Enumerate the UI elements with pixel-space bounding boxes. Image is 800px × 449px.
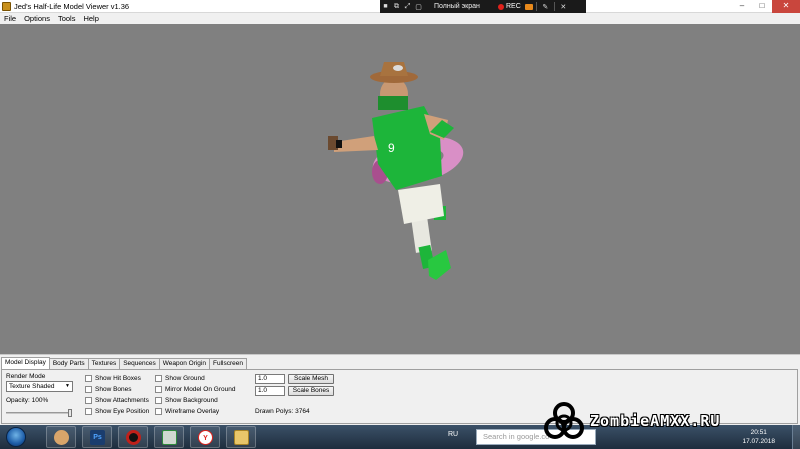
- model-viewport[interactable]: 9: [0, 24, 800, 354]
- checkbox-box[interactable]: [85, 408, 92, 415]
- maximize-button[interactable]: □: [752, 0, 772, 13]
- watermark-text: ZombieAMXX.RU: [590, 412, 721, 430]
- menu-tools[interactable]: Tools: [54, 13, 80, 24]
- checkbox-show-eye-position[interactable]: Show Eye Position: [85, 408, 149, 415]
- yandex-browser-icon: Y: [198, 430, 213, 445]
- record-stop-icon[interactable]: ■: [380, 3, 391, 10]
- recorder-icon: [126, 430, 141, 445]
- language-indicator[interactable]: RU: [448, 431, 458, 438]
- capture-icon[interactable]: ▢: [413, 3, 424, 11]
- model-head: [370, 62, 418, 110]
- checkbox-label: Mirror Model On Ground: [165, 386, 236, 393]
- minimize-button[interactable]: –: [732, 0, 752, 13]
- rec-dot-icon: [498, 3, 504, 10]
- checkbox-box[interactable]: [85, 375, 92, 382]
- checkbox-show-bones[interactable]: Show Bones: [85, 386, 132, 393]
- start-button[interactable]: [2, 425, 28, 449]
- taskbar-monitor[interactable]: [154, 426, 184, 448]
- checkbox-box[interactable]: [155, 408, 162, 415]
- render-mode-value: Texture Shaded: [9, 383, 55, 390]
- folder-icon: [234, 430, 249, 445]
- scale-mesh-input[interactable]: 1.0: [255, 374, 285, 384]
- player-model: 9: [328, 62, 464, 280]
- rec-label[interactable]: REC: [506, 3, 521, 10]
- monitor-icon: [162, 430, 177, 445]
- camera-icon[interactable]: [524, 3, 533, 10]
- pen-icon[interactable]: ✎: [540, 3, 551, 11]
- chevron-down-icon: ▼: [65, 383, 70, 389]
- scale-mesh-button[interactable]: Scale Mesh: [288, 374, 334, 384]
- slider-track: [6, 412, 72, 414]
- checkbox-mirror-model[interactable]: Mirror Model On Ground: [155, 386, 235, 393]
- checkbox-show-ground[interactable]: Show Ground: [155, 375, 205, 382]
- watermark: ZombieAMXX.RU: [540, 400, 800, 445]
- drawn-polys-label: Drawn Polys: 3764: [255, 408, 310, 415]
- resize-icon[interactable]: ⤢: [402, 3, 413, 11]
- checkbox-box[interactable]: [85, 397, 92, 404]
- taskbar-photoshop[interactable]: Ps: [82, 426, 112, 448]
- checkbox-label: Wireframe Overlay: [165, 408, 220, 415]
- photoshop-icon: Ps: [90, 430, 105, 445]
- tab-model-display[interactable]: Model Display: [1, 357, 50, 369]
- scale-bones-button[interactable]: Scale Bones: [288, 386, 334, 396]
- render-mode-select[interactable]: Texture Shaded ▼: [6, 381, 73, 392]
- separator: [535, 2, 537, 11]
- tab-weapon-origin[interactable]: Weapon Origin: [158, 358, 210, 369]
- checkbox-box[interactable]: [155, 375, 162, 382]
- checkbox-label: Show Attachments: [95, 397, 149, 404]
- opacity-label: Opacity: 100%: [6, 397, 49, 404]
- close-button[interactable]: ✕: [772, 0, 800, 13]
- checkbox-label: Show Ground: [165, 375, 205, 382]
- slider-thumb[interactable]: [68, 409, 72, 417]
- render-mode-label: Render Mode: [6, 373, 46, 380]
- window-icon[interactable]: ⧉: [391, 3, 402, 11]
- tab-textures[interactable]: Textures: [87, 358, 121, 369]
- jersey-number: 9: [388, 141, 395, 155]
- tab-body-parts[interactable]: Body Parts: [48, 358, 89, 369]
- taskbar-yandex[interactable]: Y: [190, 426, 220, 448]
- fullscreen-label[interactable]: Полный экран: [434, 3, 494, 10]
- windows-start-icon[interactable]: [6, 427, 26, 447]
- tab-bar: Model Display Body Parts Textures Sequen…: [1, 357, 247, 369]
- tab-fullscreen[interactable]: Fullscreen: [208, 358, 247, 369]
- menu-options[interactable]: Options: [20, 13, 54, 24]
- taskbar-explorer[interactable]: [46, 426, 76, 448]
- checkbox-box[interactable]: [155, 397, 162, 404]
- recorder-toolbar: ■ ⧉ ⤢ ▢ Полный экран REC ✎ ✕: [380, 0, 586, 13]
- checkbox-label: Show Hit Boxes: [95, 375, 141, 382]
- tab-sequences[interactable]: Sequences: [119, 358, 160, 369]
- menu-bar: File Options Tools Help: [0, 13, 800, 24]
- checkbox-label: Show Bones: [95, 386, 132, 393]
- explorer-icon: [54, 430, 69, 445]
- taskbar-folder[interactable]: [226, 426, 256, 448]
- window-controls: – □ ✕: [732, 0, 800, 13]
- scale-bones-input[interactable]: 1.0: [255, 386, 285, 396]
- recorder-close-button[interactable]: ✕: [558, 3, 569, 11]
- checkbox-label: Show Eye Position: [95, 408, 150, 415]
- checkbox-label: Show Background: [165, 397, 218, 404]
- separator: [553, 2, 555, 11]
- biohazard-icon: [544, 402, 584, 439]
- checkbox-wireframe-overlay[interactable]: Wireframe Overlay: [155, 408, 219, 415]
- menu-help[interactable]: Help: [79, 13, 102, 24]
- taskbar-recorder[interactable]: [118, 426, 148, 448]
- checkbox-show-hit-boxes[interactable]: Show Hit Boxes: [85, 375, 141, 382]
- app-icon: [2, 2, 11, 11]
- checkbox-box[interactable]: [85, 386, 92, 393]
- menu-file[interactable]: File: [0, 13, 20, 24]
- checkbox-box[interactable]: [155, 386, 162, 393]
- checkbox-show-attachments[interactable]: Show Attachments: [85, 397, 149, 404]
- opacity-slider[interactable]: [6, 409, 72, 417]
- checkbox-show-background[interactable]: Show Background: [155, 397, 218, 404]
- window-title: Jed's Half-Life Model Viewer v1.36: [14, 2, 130, 11]
- model-arm-left: [328, 136, 378, 152]
